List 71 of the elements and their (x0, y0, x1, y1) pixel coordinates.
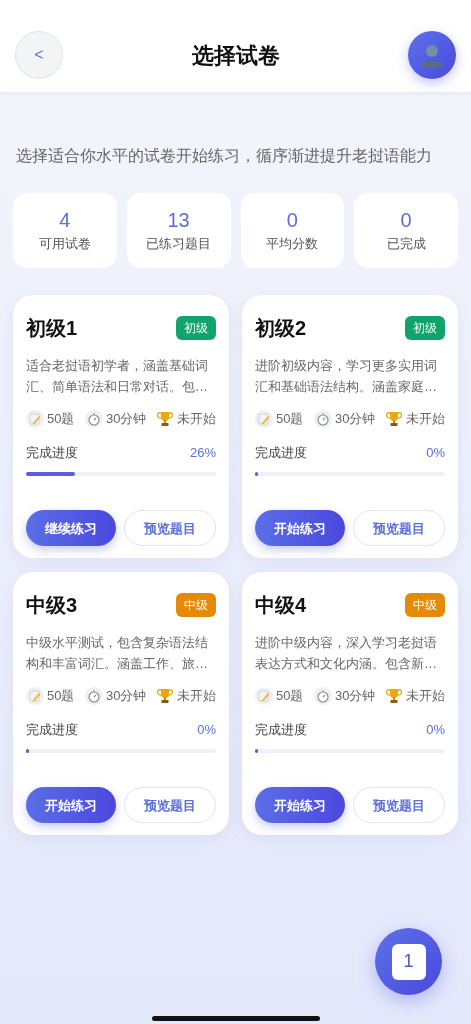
preview-button[interactable]: 预览题目 (353, 787, 445, 824)
level-tag: 中级 (176, 593, 216, 618)
start-practice-button[interactable]: 继续练习 (26, 510, 116, 547)
progress-percent: 0% (197, 720, 216, 739)
stat-label: 平均分数 (266, 235, 319, 253)
trophy-icon (157, 411, 173, 427)
preview-button[interactable]: 预览题目 (353, 510, 445, 547)
paper-description: 适合老挝语初学者，涵盖基础词汇、简单语法和日常对话。包… (26, 357, 209, 397)
progress-percent: 26% (189, 443, 216, 462)
stat-value: 0 (286, 208, 298, 232)
progress-label: 完成进度 (255, 443, 307, 462)
notepad-icon (26, 687, 44, 705)
paper-title: 初级2 (255, 316, 307, 342)
paper-title: 初级1 (26, 316, 78, 342)
stat-value: 4 (59, 208, 71, 232)
stat-label: 已完成 (386, 235, 426, 253)
notepad-icon (255, 410, 273, 428)
paper-card[interactable]: 中级4 中级 进阶中级内容，深入学习老挝语表达方式和文化内涵。包含新… 50题 30分钟 未开始 完成进度 0% 开始练习 预览题目 (242, 572, 458, 836)
paper-description: 进阶中级内容，深入学习老挝语表达方式和文化内涵。包含新… (255, 634, 438, 674)
paper-card[interactable]: 初级2 初级 进阶初级内容，学习更多实用词汇和基础语法结构。涵盖家庭… 50题 30分钟 未开始 完成进度 0% 开始练习 预览题目 (242, 295, 458, 559)
start-practice-button[interactable]: 开始练习 (255, 787, 345, 824)
progress-percent: 0% (426, 443, 445, 462)
notepad-icon (255, 687, 273, 705)
duration-text: 30分钟 (106, 687, 147, 706)
trophy-icon (386, 411, 402, 427)
stopwatch-icon (85, 687, 103, 705)
duration-text: 30分钟 (106, 410, 147, 429)
start-practice-button[interactable]: 开始练习 (26, 787, 116, 824)
stat-label: 可用试卷 (38, 235, 91, 253)
paper-card[interactable]: 初级1 初级 适合老挝语初学者，涵盖基础词汇、简单语法和日常对话。包… 50题 30分钟 未开始 完成进度 26% 继续练习 预览题目 (13, 295, 229, 559)
paper-title: 中级4 (255, 593, 307, 619)
preview-button[interactable]: 预览题目 (124, 787, 216, 824)
status-text: 未开始 (406, 410, 445, 429)
back-button[interactable]: < (15, 31, 63, 79)
status-text: 未开始 (177, 687, 216, 706)
question-count: 50题 (276, 410, 304, 429)
avatar-button[interactable] (408, 31, 456, 79)
stopwatch-icon (314, 410, 332, 428)
question-count: 50题 (276, 687, 304, 706)
progress-label: 完成进度 (26, 720, 78, 739)
status-text: 未开始 (406, 687, 445, 706)
trophy-icon (386, 688, 402, 704)
paper-title: 中级3 (26, 593, 78, 619)
stopwatch-icon (314, 687, 332, 705)
paper-description: 中级水平测试，包含复杂语法结构和丰富词汇。涵盖工作、旅… (26, 634, 209, 674)
level-tag: 初级 (405, 316, 445, 341)
start-practice-button[interactable]: 开始练习 (255, 510, 345, 547)
page-number: 1 (391, 943, 426, 980)
page-subtitle: 选择适合你水平的试卷开始练习，循序渐进提升老挝语能力 (15, 146, 433, 166)
level-tag: 初级 (176, 316, 216, 341)
page-title: 选择试卷 (191, 41, 280, 70)
duration-text: 30分钟 (335, 687, 376, 706)
notepad-icon (26, 410, 44, 428)
user-silhouette-icon (419, 42, 445, 68)
paper-description: 进阶初级内容，学习更多实用词汇和基础语法结构。涵盖家庭… (255, 357, 438, 397)
stat-label: 已练习题目 (146, 235, 212, 253)
stat-value: 0 (400, 208, 412, 232)
preview-button[interactable]: 预览题目 (124, 510, 216, 547)
stat-value: 13 (167, 208, 190, 232)
progress-percent: 0% (426, 720, 445, 739)
progress-label: 完成进度 (26, 443, 78, 462)
question-count: 50题 (47, 410, 75, 429)
question-count: 50题 (47, 687, 75, 706)
duration-text: 30分钟 (335, 410, 376, 429)
progress-label: 完成进度 (255, 720, 307, 739)
paper-card[interactable]: 中级3 中级 中级水平测试，包含复杂语法结构和丰富词汇。涵盖工作、旅… 50题 30分钟 未开始 完成进度 0% 开始练习 预览题目 (13, 572, 229, 836)
stopwatch-icon (85, 410, 103, 428)
status-text: 未开始 (177, 410, 216, 429)
page-number-button[interactable]: 1 (375, 928, 442, 995)
level-tag: 中级 (405, 593, 445, 618)
trophy-icon (157, 688, 173, 704)
